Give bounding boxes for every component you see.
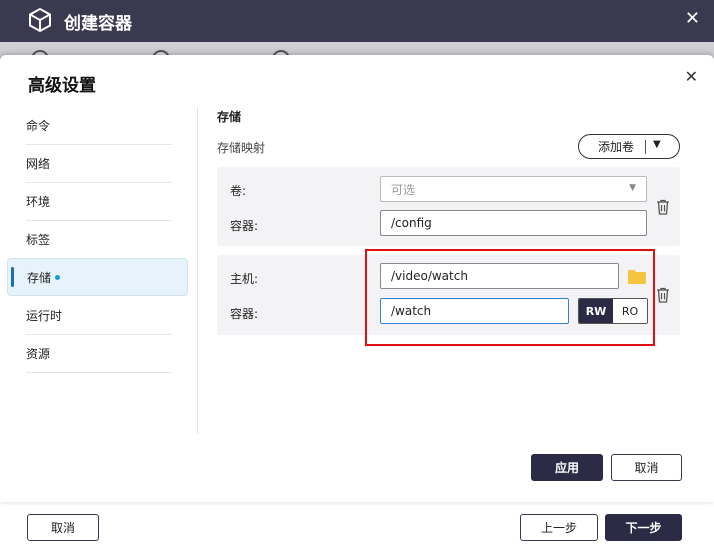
wizard-cancel-button[interactable]: 取消 [27,514,99,541]
storage-mapping-label: 存储映射 [217,141,266,155]
volume-select-value: 可选 [391,182,416,197]
sidebar-item-command[interactable]: 命令 [26,107,172,145]
container-path-label: 容器: [230,307,259,321]
sidebar-item-label: 资源 [26,347,51,361]
button-divider [645,140,646,154]
wizard-footer: 取消 上一步 下一步 [0,500,714,558]
sidebar-item-labels[interactable]: 标签 [26,221,172,259]
app-title: 创建容器 [64,14,132,34]
volume-label: 卷: [230,184,247,198]
sidebar-item-label: 标签 [26,233,51,247]
sidebar-item-label: 运行时 [26,309,63,323]
trash-icon[interactable] [656,287,670,303]
close-icon[interactable]: ✕ [685,67,698,86]
sidebar-item-label: 存储 [27,270,52,285]
sidebar-item-label: 命令 [26,119,51,133]
sidebar-item-storage[interactable]: 存储 [7,258,188,296]
volume-mapping-card: 卷: 可选 ▼ 容器: /config [217,167,680,246]
previous-step-button[interactable]: 上一步 [520,514,598,541]
container-path-value: /config [391,216,432,230]
sidebar-item-environment[interactable]: 环境 [26,183,172,221]
cancel-button[interactable]: 取消 [611,454,682,481]
host-path-label: 主机: [230,272,259,286]
container-path-input[interactable]: /config [380,210,647,236]
advanced-settings-dialog: 高级设置 ✕ 命令 网络 环境 标签 存储 运行时 资源 存储 存储映射 添加卷… [0,55,714,502]
volume-select[interactable]: 可选 ▼ [380,176,647,202]
highlight-box [365,249,655,346]
add-volume-button[interactable]: 添加卷 ▼ [578,134,680,159]
dialog-title: 高级设置 [28,76,96,96]
close-icon[interactable]: ✕ [685,8,700,29]
cube-icon [29,7,51,33]
sidebar-item-runtime[interactable]: 运行时 [26,297,172,335]
app-header: 创建容器 ✕ [0,0,714,42]
caret-down-icon: ▼ [629,183,636,193]
apply-button[interactable]: 应用 [531,454,603,481]
sidebar-item-label: 环境 [26,195,51,209]
sidebar-divider [197,107,198,434]
next-step-button[interactable]: 下一步 [605,514,682,541]
sidebar-item-label: 网络 [26,157,51,171]
trash-icon[interactable] [656,199,670,215]
caret-down-icon[interactable]: ▼ [653,139,661,150]
sidebar-item-resources[interactable]: 资源 [26,335,172,373]
sidebar-item-network[interactable]: 网络 [26,145,172,183]
section-title: 存储 [217,110,242,124]
add-volume-label: 添加卷 [598,140,635,154]
container-path-label: 容器: [230,219,259,233]
wizard-steps [0,42,714,56]
status-dot [55,274,61,280]
